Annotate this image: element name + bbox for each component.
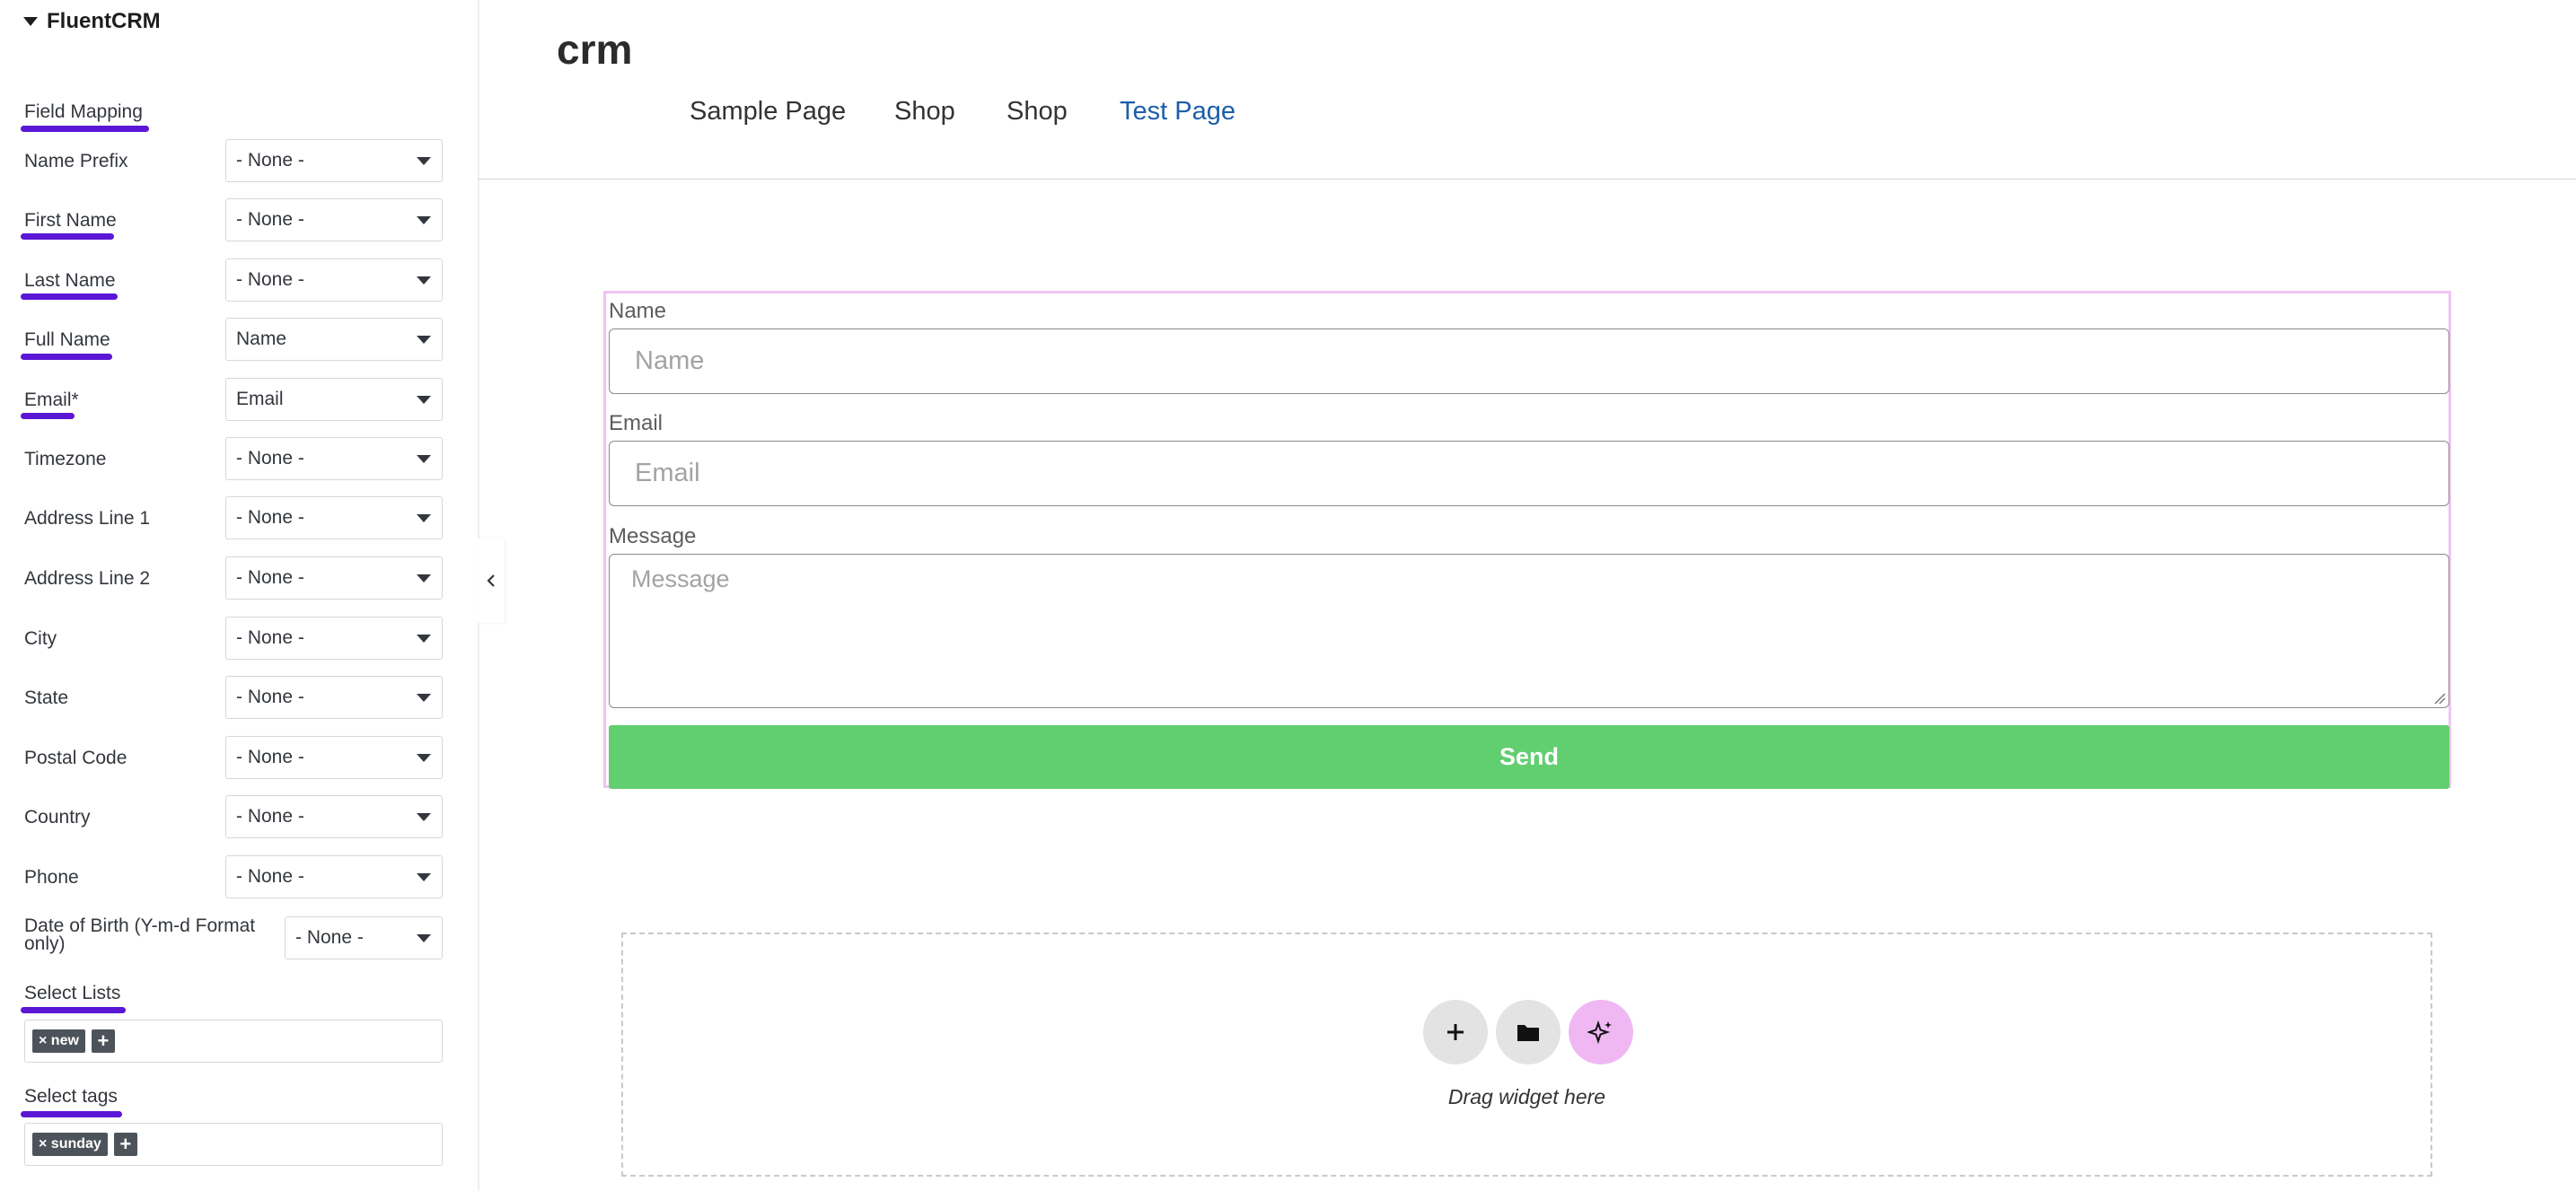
field-label-state: State (24, 687, 69, 708)
fluentcrm-section-toggle[interactable]: FluentCRM (23, 9, 161, 34)
select-timezone[interactable]: - None - (225, 437, 443, 480)
select-full-name[interactable]: Name (225, 318, 443, 361)
dropdown-arrow-icon (417, 336, 431, 344)
dropdown-arrow-icon (417, 276, 431, 285)
select-tags-title: Select tags (24, 1086, 118, 1107)
highlight-underline (21, 413, 75, 419)
select-lists-title: Select Lists (24, 983, 121, 1003)
select-tags-box[interactable]: × sunday + (24, 1123, 443, 1166)
section-title: FluentCRM (47, 9, 161, 33)
fluentcrm-panel: FluentCRM Field Mapping Name Prefix - No… (0, 0, 478, 1191)
highlight-underline (21, 293, 118, 300)
dropdown-arrow-icon (417, 934, 431, 942)
dropdown-arrow-icon (417, 216, 431, 224)
field-label-first-name: First Name (24, 210, 117, 231)
chevron-left-icon (487, 574, 495, 587)
add-tag-button[interactable]: + (113, 1133, 137, 1156)
message-label: Message (609, 524, 697, 548)
field-label-city: City (24, 628, 57, 649)
field-label-last-name: Last Name (24, 270, 116, 291)
field-label-address-line-2: Address Line 2 (24, 568, 151, 589)
dropdown-arrow-icon (417, 455, 431, 463)
field-label-address-line-1: Address Line 1 (24, 508, 151, 529)
email-input[interactable]: Email (609, 441, 2449, 506)
field-label-email: Email* (24, 390, 79, 410)
field-mapping-title: Field Mapping (24, 101, 143, 122)
highlight-underline (21, 1111, 122, 1117)
list-chip-new[interactable]: × new (32, 1029, 85, 1053)
add-list-button[interactable]: + (91, 1029, 115, 1053)
nav-item-shop[interactable]: Shop (894, 97, 955, 127)
name-input[interactable]: Name (609, 328, 2449, 394)
select-first-name[interactable]: - None - (225, 198, 443, 241)
dropdown-arrow-icon (417, 754, 431, 762)
select-phone[interactable]: - None - (225, 855, 443, 898)
ai-button[interactable] (1569, 1000, 1633, 1064)
dropdown-arrow-icon (417, 635, 431, 643)
caret-down-icon (23, 17, 38, 26)
dropdown-arrow-icon (417, 396, 431, 404)
select-state[interactable]: - None - (225, 676, 443, 719)
templates-button[interactable] (1496, 1000, 1561, 1064)
site-title[interactable]: crm (557, 25, 632, 74)
select-postal-code[interactable]: - None - (225, 736, 443, 779)
dropdown-arrow-icon (417, 157, 431, 165)
email-label: Email (609, 411, 664, 435)
nav-item-sample-page[interactable]: Sample Page (690, 97, 846, 127)
dropdown-arrow-icon (417, 514, 431, 522)
highlight-underline (21, 354, 112, 360)
drag-widget-hint: Drag widget here (1447, 1085, 1606, 1108)
contact-form-widget[interactable]: Name Name Email Email Message Message Se… (603, 291, 2451, 789)
resize-grip-icon[interactable] (2433, 692, 2446, 705)
ai-sparkle-icon (1587, 1020, 1612, 1045)
collapse-panel-button[interactable] (478, 539, 505, 623)
dropdown-arrow-icon (417, 873, 431, 881)
select-address-line-1[interactable]: - None - (225, 496, 443, 539)
widget-drop-zone[interactable]: Drag widget here (621, 933, 2432, 1177)
select-date-of-birth[interactable]: - None - (285, 916, 443, 959)
select-city[interactable]: - None - (225, 617, 443, 660)
header-divider (478, 179, 2576, 180)
folder-icon (1517, 1025, 1539, 1041)
highlight-underline (21, 233, 114, 240)
select-lists-box[interactable]: × new + (24, 1020, 443, 1063)
message-textarea[interactable]: Message (609, 554, 2449, 708)
field-label-country: Country (24, 807, 91, 828)
select-name-prefix[interactable]: - None - (225, 139, 443, 182)
field-label-phone: Phone (24, 867, 79, 888)
add-widget-button[interactable] (1423, 1000, 1488, 1064)
tag-chip-sunday[interactable]: × sunday (32, 1133, 108, 1156)
field-label-full-name: Full Name (24, 329, 110, 350)
select-address-line-2[interactable]: - None - (225, 556, 443, 600)
nav-item-test-page[interactable]: Test Page (1120, 97, 1235, 127)
dropdown-arrow-icon (417, 694, 431, 702)
field-label-postal-code: Postal Code (24, 748, 127, 768)
dropdown-arrow-icon (417, 813, 431, 821)
dropdown-arrow-icon (417, 574, 431, 582)
select-email[interactable]: Email (225, 378, 443, 421)
name-label: Name (609, 299, 667, 323)
nav-item-shop[interactable]: Shop (1007, 97, 1068, 127)
select-last-name[interactable]: - None - (225, 258, 443, 302)
field-label-timezone: Timezone (24, 449, 107, 469)
field-label-date-of-birth: Date of Birth (Y-m-d Format only) (24, 915, 256, 954)
highlight-underline (21, 1007, 126, 1013)
plus-icon (1447, 1024, 1464, 1040)
highlight-underline (21, 126, 149, 132)
field-label-name-prefix: Name Prefix (24, 151, 128, 171)
select-country[interactable]: - None - (225, 795, 443, 838)
send-button[interactable]: Send (609, 725, 2449, 789)
